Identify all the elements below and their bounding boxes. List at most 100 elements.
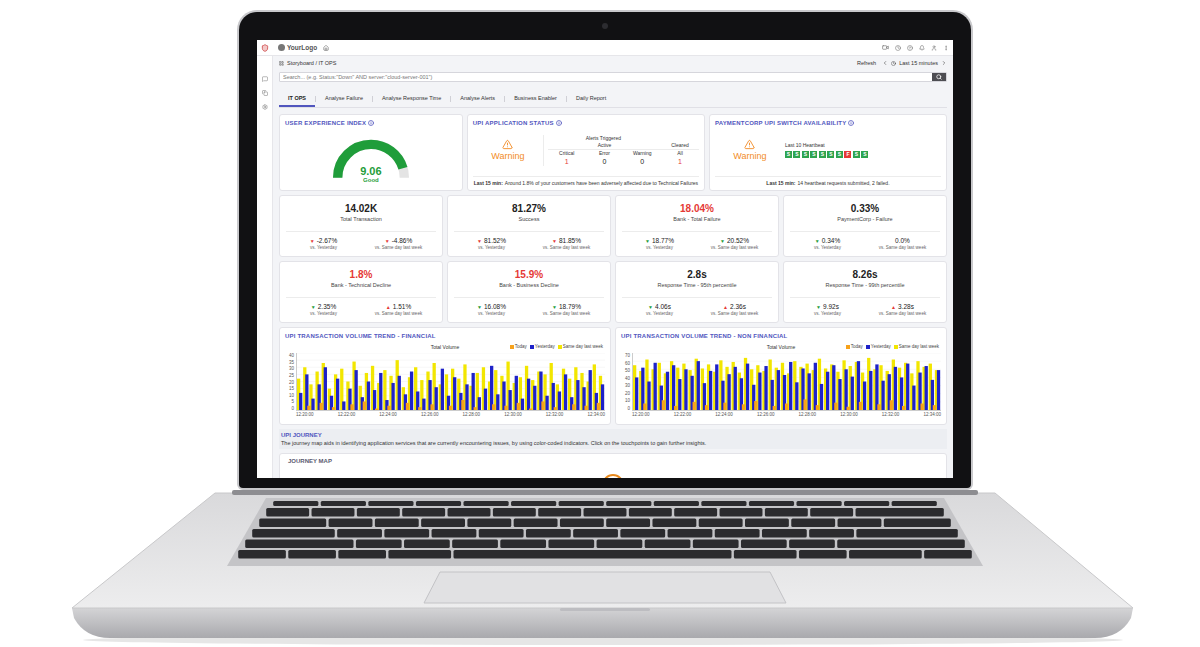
bar[interactable] — [391, 383, 394, 410]
key[interactable] — [838, 519, 882, 528]
bar[interactable] — [803, 399, 806, 410]
key[interactable] — [560, 519, 604, 528]
search-input[interactable] — [280, 73, 932, 81]
bar[interactable] — [748, 410, 751, 411]
bar[interactable] — [859, 402, 862, 410]
bar[interactable] — [877, 404, 880, 410]
alerts-count[interactable]: 0 — [586, 157, 624, 166]
bar[interactable] — [814, 363, 817, 410]
bar[interactable] — [717, 410, 720, 411]
bar[interactable] — [881, 381, 884, 410]
bar[interactable] — [869, 371, 872, 410]
bar[interactable] — [764, 366, 767, 410]
key[interactable] — [789, 540, 835, 549]
bar[interactable] — [533, 386, 536, 410]
key[interactable] — [699, 519, 743, 528]
bar[interactable] — [637, 410, 640, 411]
key[interactable] — [765, 508, 808, 517]
bar[interactable] — [711, 410, 714, 411]
key[interactable] — [252, 529, 335, 538]
chat-icon[interactable] — [262, 76, 268, 82]
journey-node-icon[interactable] — [602, 474, 624, 478]
key[interactable] — [245, 540, 353, 549]
bar[interactable] — [465, 384, 468, 410]
heartbeat-box[interactable]: S — [827, 151, 834, 158]
bar[interactable] — [834, 403, 837, 410]
bar[interactable] — [939, 410, 941, 411]
bar[interactable] — [344, 410, 347, 411]
key[interactable] — [452, 540, 498, 549]
bar[interactable] — [517, 403, 520, 410]
key[interactable] — [238, 550, 286, 559]
bar[interactable] — [572, 404, 575, 410]
key[interactable] — [674, 508, 717, 517]
key[interactable] — [654, 501, 699, 506]
bar[interactable] — [797, 410, 800, 411]
bar[interactable] — [908, 410, 911, 411]
key[interactable] — [356, 540, 402, 549]
key[interactable] — [810, 508, 853, 517]
bar[interactable] — [746, 364, 749, 410]
key[interactable] — [844, 501, 889, 506]
key[interactable] — [762, 529, 807, 538]
key[interactable] — [493, 508, 536, 517]
tab[interactable]: Business Enabler — [505, 91, 566, 107]
bar[interactable] — [490, 366, 493, 410]
key[interactable] — [856, 529, 957, 538]
key[interactable] — [620, 529, 665, 538]
key[interactable] — [856, 508, 944, 517]
bar[interactable] — [791, 410, 794, 411]
bar[interactable] — [558, 391, 561, 410]
logo[interactable]: YourLogo — [278, 44, 317, 52]
bar[interactable] — [418, 407, 421, 410]
bar[interactable] — [441, 369, 444, 410]
key[interactable] — [606, 519, 650, 528]
copy-icon[interactable] — [262, 90, 268, 96]
legend-item[interactable]: Today — [846, 344, 863, 350]
key[interactable] — [715, 529, 760, 538]
bar[interactable] — [406, 403, 409, 410]
key[interactable] — [720, 508, 763, 517]
key[interactable] — [745, 519, 789, 528]
bar[interactable] — [379, 373, 382, 410]
bar[interactable] — [777, 370, 780, 410]
key[interactable] — [500, 540, 546, 549]
bar[interactable] — [699, 410, 702, 411]
bar[interactable] — [301, 410, 304, 411]
bar[interactable] — [375, 409, 378, 410]
key[interactable] — [734, 550, 797, 559]
bar[interactable] — [504, 406, 507, 410]
bar[interactable] — [449, 406, 452, 410]
key[interactable] — [837, 540, 965, 549]
bar[interactable] — [564, 374, 567, 410]
bar[interactable] — [838, 379, 841, 410]
bar[interactable] — [736, 410, 739, 411]
key[interactable] — [645, 540, 691, 549]
bar[interactable] — [560, 410, 563, 411]
key[interactable] — [693, 540, 739, 549]
bar[interactable] — [933, 405, 936, 410]
key[interactable] — [849, 550, 922, 559]
bar[interactable] — [424, 410, 427, 411]
bar[interactable] — [508, 390, 511, 410]
bar[interactable] — [435, 387, 438, 410]
bar[interactable] — [363, 401, 366, 410]
legend-item[interactable]: Same day last week — [894, 344, 939, 350]
key[interactable] — [421, 519, 465, 528]
key[interactable] — [312, 508, 355, 517]
bar[interactable] — [307, 406, 310, 410]
bar[interactable] — [552, 383, 555, 410]
bar[interactable] — [320, 403, 323, 410]
bar[interactable] — [354, 370, 357, 410]
heartbeat-box[interactable]: S — [785, 151, 792, 158]
key[interactable] — [652, 519, 696, 528]
info-icon[interactable] — [556, 120, 562, 126]
bar[interactable] — [666, 372, 669, 410]
bar[interactable] — [649, 410, 652, 411]
search-button[interactable] — [932, 73, 946, 81]
bar[interactable] — [851, 377, 854, 410]
bell-icon[interactable] — [919, 45, 925, 51]
key[interactable] — [404, 540, 450, 549]
bar[interactable] — [779, 410, 782, 411]
bar[interactable] — [496, 394, 499, 410]
